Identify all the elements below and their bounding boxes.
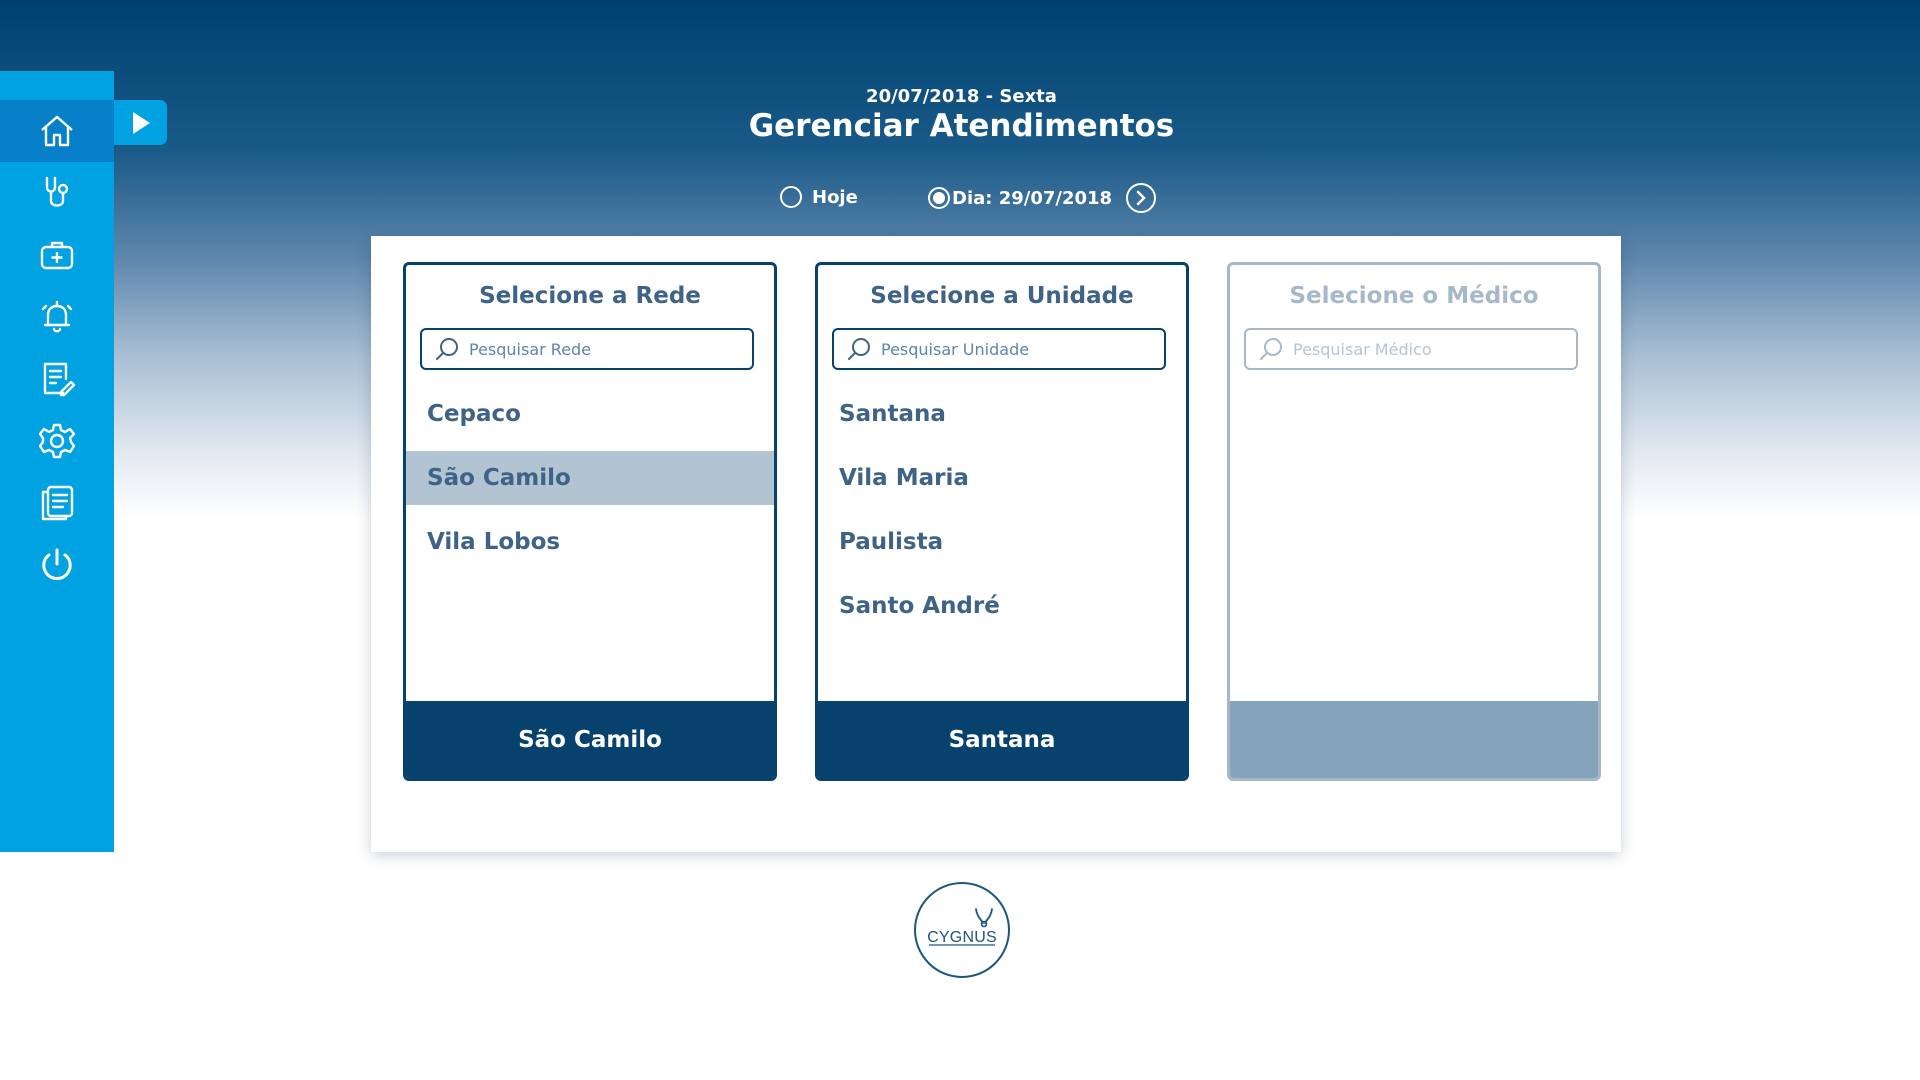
list-item[interactable]: Paulista [818,515,1186,569]
cygnus-logo-text: CYGNUS [927,929,997,946]
sidebar-item-settings[interactable] [0,410,114,472]
search-rede-input[interactable] [469,339,739,359]
current-date: 20/07/2018 - Sexta [866,86,1057,107]
documents-icon [41,485,74,521]
selection-card: Selecione a Rede Cepaco São Camilo Vila … [371,236,1621,852]
search-unidade[interactable] [832,328,1166,370]
list-item[interactable]: Vila Maria [818,451,1186,505]
panel-unidade-title: Selecione a Unidade [870,283,1134,309]
list-item-selected[interactable]: São Camilo [406,451,774,505]
cygnus-logo: CYGNUS [914,882,1010,978]
search-rede[interactable] [420,328,754,370]
sidebar-item-alerts[interactable] [0,286,114,348]
search-icon [848,338,870,360]
sidebar-item-reports[interactable] [0,348,114,410]
panel-unidade: Selecione a Unidade Santana Vila Maria P… [815,262,1189,781]
panel-medico-title: Selecione o Médico [1289,283,1539,309]
list-item[interactable]: Vila Lobos [406,515,774,569]
cygnus-logo-mark: CYGNUS [927,908,997,946]
panel-rede: Selecione a Rede Cepaco São Camilo Vila … [403,262,777,781]
panel-rede-footer[interactable]: São Camilo [406,701,774,778]
medical-kit-icon [40,241,74,270]
panel-medico: Selecione o Médico [1227,262,1601,781]
panel-rede-title: Selecione a Rede [479,283,701,309]
radio-day-label: Dia: 29/07/2018 [952,187,1113,209]
radio-circle-checked [928,187,950,209]
search-icon [436,338,458,360]
panel-medico-footer [1230,701,1598,778]
power-icon [42,548,72,580]
search-icon [1260,338,1282,360]
sidebar [0,71,114,852]
search-unidade-input[interactable] [881,339,1151,359]
panel-unidade-footer[interactable]: Santana [818,701,1186,778]
radio-today-label: Hoje [812,186,858,208]
sidebar-item-stethoscope[interactable] [0,162,114,224]
list-item[interactable]: Cepaco [406,387,774,441]
list-item[interactable]: Santana [818,387,1186,441]
stethoscope-icon [45,176,69,207]
sidebar-item-logout[interactable] [0,534,114,596]
chevron-right-icon [1136,190,1146,206]
list-item[interactable]: Santo André [818,579,1186,633]
search-medico[interactable] [1244,328,1578,370]
list-rede: Cepaco São Camilo Vila Lobos [406,387,774,579]
search-medico-input[interactable] [1293,339,1563,359]
sidebar-item-documents[interactable] [0,472,114,534]
gear-icon [38,423,76,459]
next-day-button[interactable] [1126,183,1157,213]
edit-document-icon [43,362,76,397]
sidebar-item-medical-kit[interactable] [0,224,114,286]
bell-icon [41,300,73,333]
page-title: Gerenciar Atendimentos [748,108,1175,144]
radio-dot [933,192,945,204]
list-unidade: Santana Vila Maria Paulista Santo André [818,387,1186,643]
radio-day[interactable]: Dia: 29/07/2018 [928,183,1157,213]
radio-circle-unchecked [780,186,802,208]
radio-today[interactable]: Hoje [780,186,858,208]
